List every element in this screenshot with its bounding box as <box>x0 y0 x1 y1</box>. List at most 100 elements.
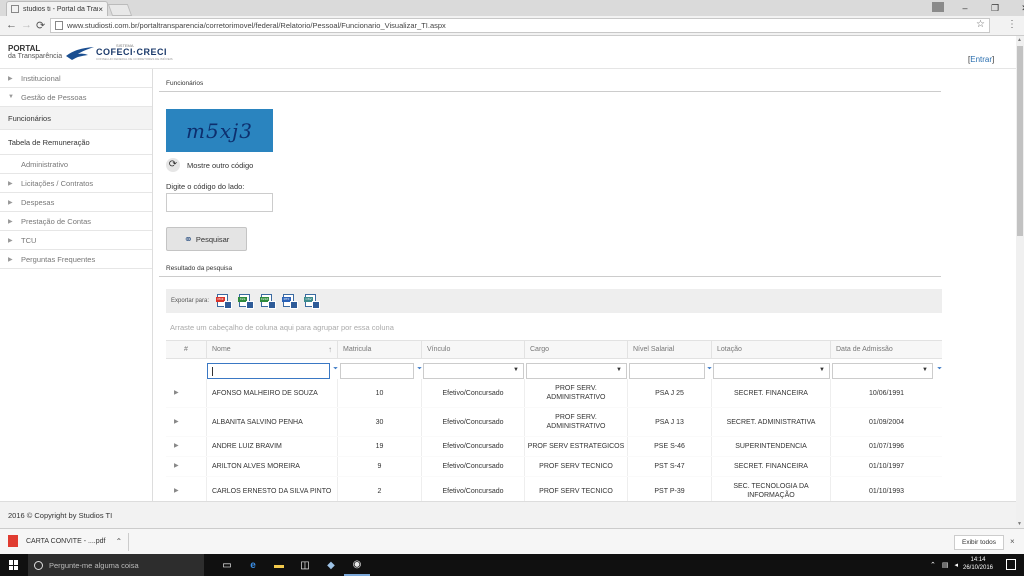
network-icon[interactable]: ▤ <box>942 561 949 569</box>
tab-close-icon[interactable]: × <box>98 5 103 14</box>
page-scrollbar[interactable]: ▲ ▼ <box>1016 36 1024 528</box>
cell-nivel-salarial: PST S-47 <box>628 457 712 476</box>
row-expand-icon[interactable]: ▶ <box>166 477 207 501</box>
column-header-cargo[interactable]: Cargo <box>525 341 628 358</box>
sidebar-item-institucional[interactable]: ▶ Institucional <box>0 69 152 88</box>
refresh-icon[interactable]: ⟳ <box>166 158 180 172</box>
start-button[interactable] <box>0 554 28 576</box>
row-expand-icon[interactable]: ▶ <box>166 379 207 407</box>
table-row[interactable]: ▶ ARILTON ALVES MOREIRA 9 Efetivo/Concur… <box>166 457 942 477</box>
dropdown-arrow-icon: ▼ <box>819 366 825 373</box>
sidebar-item-administrativo[interactable]: Administrativo <box>0 155 152 174</box>
cell-matricula: 10 <box>338 379 422 407</box>
notifications-icon[interactable] <box>1006 559 1016 570</box>
column-header-matricula[interactable]: Matricula <box>338 341 422 358</box>
task-view-icon[interactable]: ▭ <box>214 554 240 576</box>
browser-tab[interactable]: studios ti - Portal da Tran × <box>6 1 108 16</box>
table-row[interactable]: ▶ CARLOS ERNESTO DA SILVA PINTO 2 Efetiv… <box>166 477 942 501</box>
table-row[interactable]: ▶ ANDRE LUIZ BRAVIM 19 Efetivo/Concursad… <box>166 437 942 457</box>
sidebar-item-perguntas-frequentes[interactable]: ▶ Perguntas Frequentes <box>0 250 152 269</box>
login-bracket-close: ] <box>992 55 995 64</box>
restore-button[interactable]: ❐ <box>980 3 1010 14</box>
table-row[interactable]: ▶ AFONSO MALHEIRO DE SOUZA 10 Efetivo/Co… <box>166 379 942 408</box>
login-link[interactable]: Entrar <box>970 55 992 64</box>
store-icon[interactable]: ◫ <box>292 554 318 576</box>
scroll-up-icon[interactable]: ▲ <box>1017 37 1022 43</box>
scroll-down-icon[interactable]: ▼ <box>1017 521 1022 527</box>
sidebar-item-funcionarios[interactable]: Funcionários <box>0 107 152 130</box>
column-header-nome[interactable]: Nome ↑ <box>207 341 338 358</box>
column-header-nivel-salarial[interactable]: Nível Salarial <box>628 341 712 358</box>
file-explorer-icon[interactable]: ▬ <box>266 554 292 576</box>
sidebar-item-tcu[interactable]: ▶ TCU <box>0 231 152 250</box>
minimize-button[interactable]: – <box>950 3 980 13</box>
download-item[interactable]: CARTA CONVITE - ....pdf ⌃ <box>8 535 122 547</box>
filter-lotacao-select[interactable]: ▼ <box>713 362 830 379</box>
taskbar-clock[interactable]: 14:14 26/10/2016 <box>958 556 998 572</box>
user-profile-icon[interactable] <box>932 2 944 12</box>
cell-data-admissao: 01/10/1997 <box>868 463 905 470</box>
column-header-index[interactable]: # <box>166 341 207 358</box>
group-panel-hint[interactable]: Arraste um cabeçalho de coluna aqui para… <box>170 323 394 332</box>
cofeci-name: COFECI·CRECI <box>96 47 167 57</box>
scrollbar-thumb[interactable] <box>1017 46 1023 236</box>
sidebar-item-licitacoes-contratos[interactable]: ▶ Licitações / Contratos <box>0 174 152 193</box>
sidebar-item-tabela-de-remuneracao[interactable]: Tabela de Remuneração <box>0 130 152 155</box>
app-icon[interactable]: ◆ <box>318 554 344 576</box>
export-rtf-icon[interactable]: RTF <box>282 294 299 309</box>
sidebar-item-prestacao-de-contas[interactable]: ▶ Prestação de Contas <box>0 212 152 231</box>
export-xls-icon[interactable]: XLS <box>238 294 255 309</box>
chrome-browser-icon[interactable]: ◉ <box>344 554 370 576</box>
pdf-file-icon <box>8 535 18 547</box>
search-button[interactable]: ⚭ Pesquisar <box>166 227 247 251</box>
back-button[interactable]: ← <box>6 19 17 31</box>
chevron-up-icon[interactable]: ⌃ <box>115 537 122 546</box>
portal-logo-title: PORTAL <box>8 44 41 53</box>
cell-vinculo: Efetivo/Concursado <box>422 408 525 436</box>
table-row[interactable]: ▶ ALBANITA SALVINO PENHA 30 Efetivo/Conc… <box>166 408 942 437</box>
window-controls: – ❐ ✕ <box>950 0 1024 16</box>
column-header-lotacao[interactable]: Lotação <box>712 341 831 358</box>
export-csv-icon[interactable]: CSV <box>304 294 321 309</box>
sidebar-item-despesas[interactable]: ▶ Despesas <box>0 193 152 212</box>
cell-nome: AFONSO MALHEIRO DE SOUZA <box>207 379 338 407</box>
reload-button[interactable]: ⟳ <box>36 19 45 32</box>
export-xlsx-icon[interactable]: XLSX <box>260 294 277 309</box>
filter-funnel-icon[interactable]: ⏷ <box>937 366 942 373</box>
portal-logo[interactable]: PORTAL da Transparência <box>8 45 62 61</box>
cell-cargo: PROF SERV. ADMINISTRATIVO <box>525 379 628 407</box>
browser-menu-icon[interactable]: ⋮ <box>1007 19 1017 30</box>
filter-cargo-select[interactable]: ▼ <box>526 362 627 379</box>
filter-data-admissao-select[interactable]: ▼ <box>832 362 933 379</box>
sidebar-item-gestao-de-pessoas[interactable]: ▼ Gestão de Pessoas <box>0 88 152 107</box>
cell-data-admissao: 01/10/1993 <box>868 487 905 495</box>
captcha-code-input[interactable] <box>166 193 273 212</box>
windows-logo-icon <box>9 560 19 570</box>
filter-nivel-input[interactable] <box>629 362 705 379</box>
url-input[interactable]: www.studiosti.com.br/portaltransparencia… <box>50 18 990 33</box>
cell-vinculo: Efetivo/Concursado <box>422 437 525 456</box>
bookmark-star-icon[interactable]: ☆ <box>976 19 985 30</box>
show-all-downloads-button[interactable]: Exibir todos <box>954 535 1004 550</box>
page-info-icon[interactable] <box>55 21 63 30</box>
captcha-image: m5xj3 <box>166 109 273 152</box>
row-expand-icon[interactable]: ▶ <box>166 457 207 476</box>
column-header-vinculo[interactable]: Vínculo <box>422 341 525 358</box>
cell-cargo: PROF SERV. ADMINISTRATIVO <box>525 408 628 436</box>
close-window-button[interactable]: ✕ <box>1010 3 1024 14</box>
refresh-captcha-link[interactable]: Mostre outro código <box>187 161 253 170</box>
row-expand-icon[interactable]: ▶ <box>166 437 207 456</box>
new-tab-button[interactable] <box>107 4 133 16</box>
cell-lotacao: SECRET. FINANCEIRA <box>712 379 831 407</box>
tray-up-icon[interactable]: ⌃ <box>930 561 936 569</box>
taskbar-search[interactable]: Pergunte-me alguma coisa <box>28 554 204 576</box>
forward-button[interactable]: → <box>21 19 32 31</box>
filter-matricula-input[interactable] <box>340 362 414 379</box>
filter-vinculo-select[interactable]: ▼ <box>423 362 524 379</box>
export-pdf-icon[interactable]: PDF <box>216 294 233 309</box>
close-download-bar-icon[interactable]: × <box>1010 537 1015 546</box>
row-expand-icon[interactable]: ▶ <box>166 408 207 436</box>
column-header-data-admissao[interactable]: Data de Admissão <box>831 341 942 358</box>
edge-browser-icon[interactable]: e <box>240 554 266 576</box>
filter-nome-input[interactable] <box>207 362 330 379</box>
